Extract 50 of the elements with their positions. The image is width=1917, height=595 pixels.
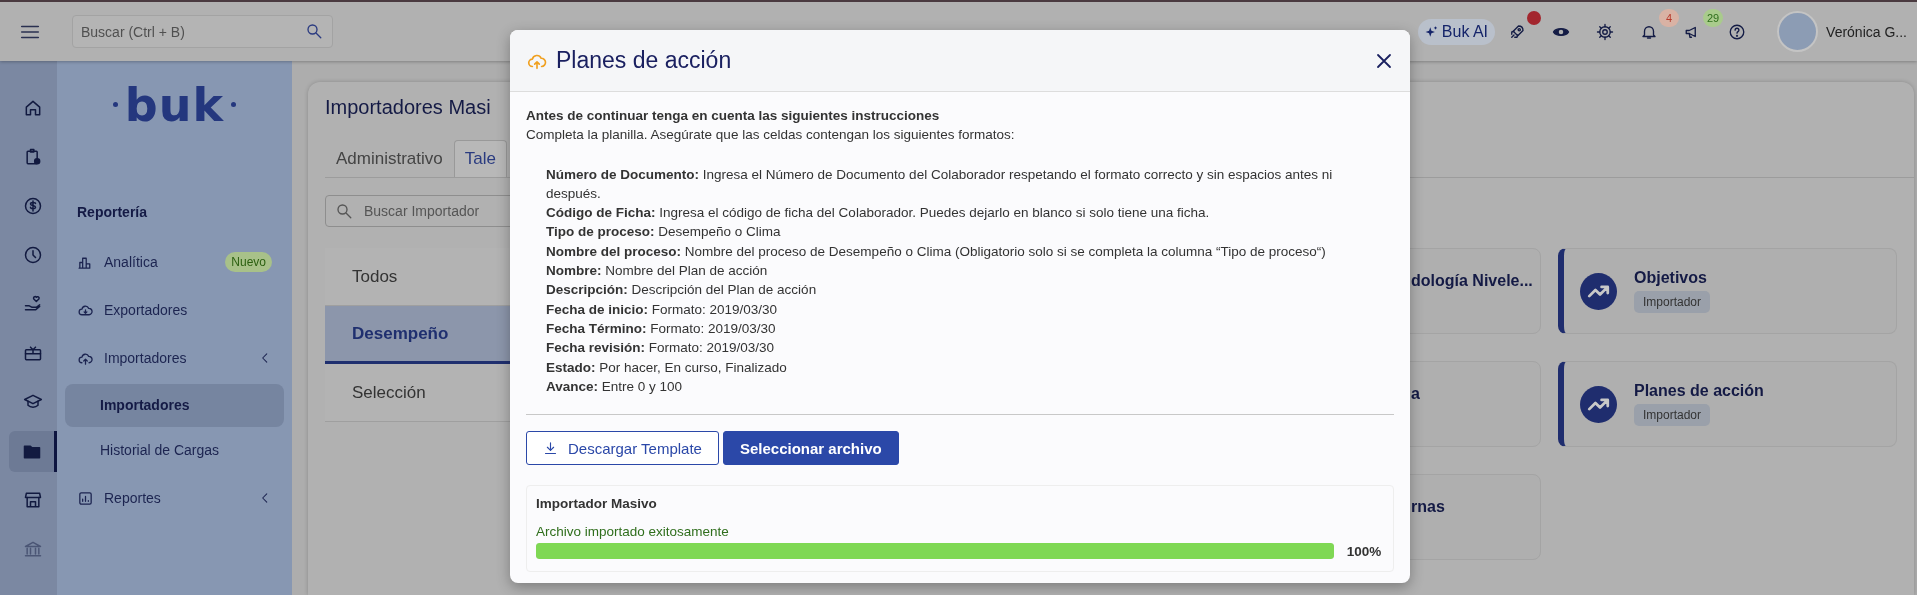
importer-card[interactable]: Planes de acción Importador: [1558, 361, 1897, 447]
hand-heart-icon: [23, 294, 43, 314]
dialog-title: Planes de acción: [556, 47, 733, 74]
clock-icon: [23, 245, 43, 265]
tab[interactable]: Administrativo: [325, 140, 454, 177]
type-tag: Importador: [1634, 291, 1711, 313]
search-field[interactable]: Buscar (Ctrl + B): [72, 15, 333, 48]
download-button[interactable]: Descargar Template: [526, 431, 719, 466]
search-icon: [305, 22, 323, 40]
section-title: Reportería: [76, 203, 149, 222]
clipboard-clock-icon: [23, 147, 43, 167]
trend-icon: [1580, 385, 1617, 423]
progress-reading: 100%: [1345, 542, 1383, 561]
rocket-icon[interactable]: [1508, 22, 1527, 41]
trend-icon: [1580, 272, 1617, 310]
menu-item[interactable]: Importadores: [104, 350, 248, 366]
submenu-item[interactable]: Historial de Cargas: [65, 429, 284, 472]
select-file-button[interactable]: Seleccionar archivo: [722, 431, 899, 466]
new-badge: Nuevo: [225, 252, 272, 272]
sparkle-icon: [1424, 24, 1439, 39]
card-title: Planes de acción: [1634, 382, 1764, 400]
count-badge: 29: [1703, 8, 1724, 27]
type-tag: Importador: [1634, 404, 1711, 426]
card-title: Objetivos: [1634, 269, 1708, 287]
download-icon: [543, 440, 558, 456]
count-badge: 4: [1659, 8, 1680, 27]
rail-button[interactable]: [9, 431, 57, 472]
ai-button[interactable]: Buk AI: [1417, 18, 1496, 45]
home-icon: [23, 98, 43, 118]
report-icon: [77, 489, 94, 507]
menu-item[interactable]: Exportadores: [104, 302, 272, 318]
settings-icon[interactable]: [1596, 22, 1615, 41]
bank-icon: [23, 539, 43, 559]
tab[interactable]: Tale: [453, 140, 507, 177]
dollar-icon: [23, 196, 43, 216]
help-icon[interactable]: [1728, 22, 1747, 41]
user-name[interactable]: Verónica G...: [1826, 23, 1907, 40]
instructions-intro: Completa la planilla. Asegúrate que las celdas contengan los siguientes formatos:: [526, 126, 1016, 145]
menu-item[interactable]: Reportes: [104, 490, 248, 506]
importer-card[interactable]: Objetivos Importador: [1558, 248, 1897, 334]
logo[interactable]: buk: [112, 83, 237, 163]
search-icon: [335, 202, 353, 220]
store-icon: [23, 490, 43, 510]
page-title: Importadores Masi: [325, 95, 491, 120]
status-message: Archivo importado exitosamente: [536, 523, 730, 542]
instructions-heading: Antes de continuar tenga en cuenta las siguientes instrucciones: [526, 107, 941, 125]
submenu-item[interactable]: Importadores: [65, 384, 284, 427]
status-title: Importador Masivo: [536, 495, 658, 514]
gift-icon: [23, 343, 43, 363]
menu-item[interactable]: Analítica: [104, 254, 216, 270]
